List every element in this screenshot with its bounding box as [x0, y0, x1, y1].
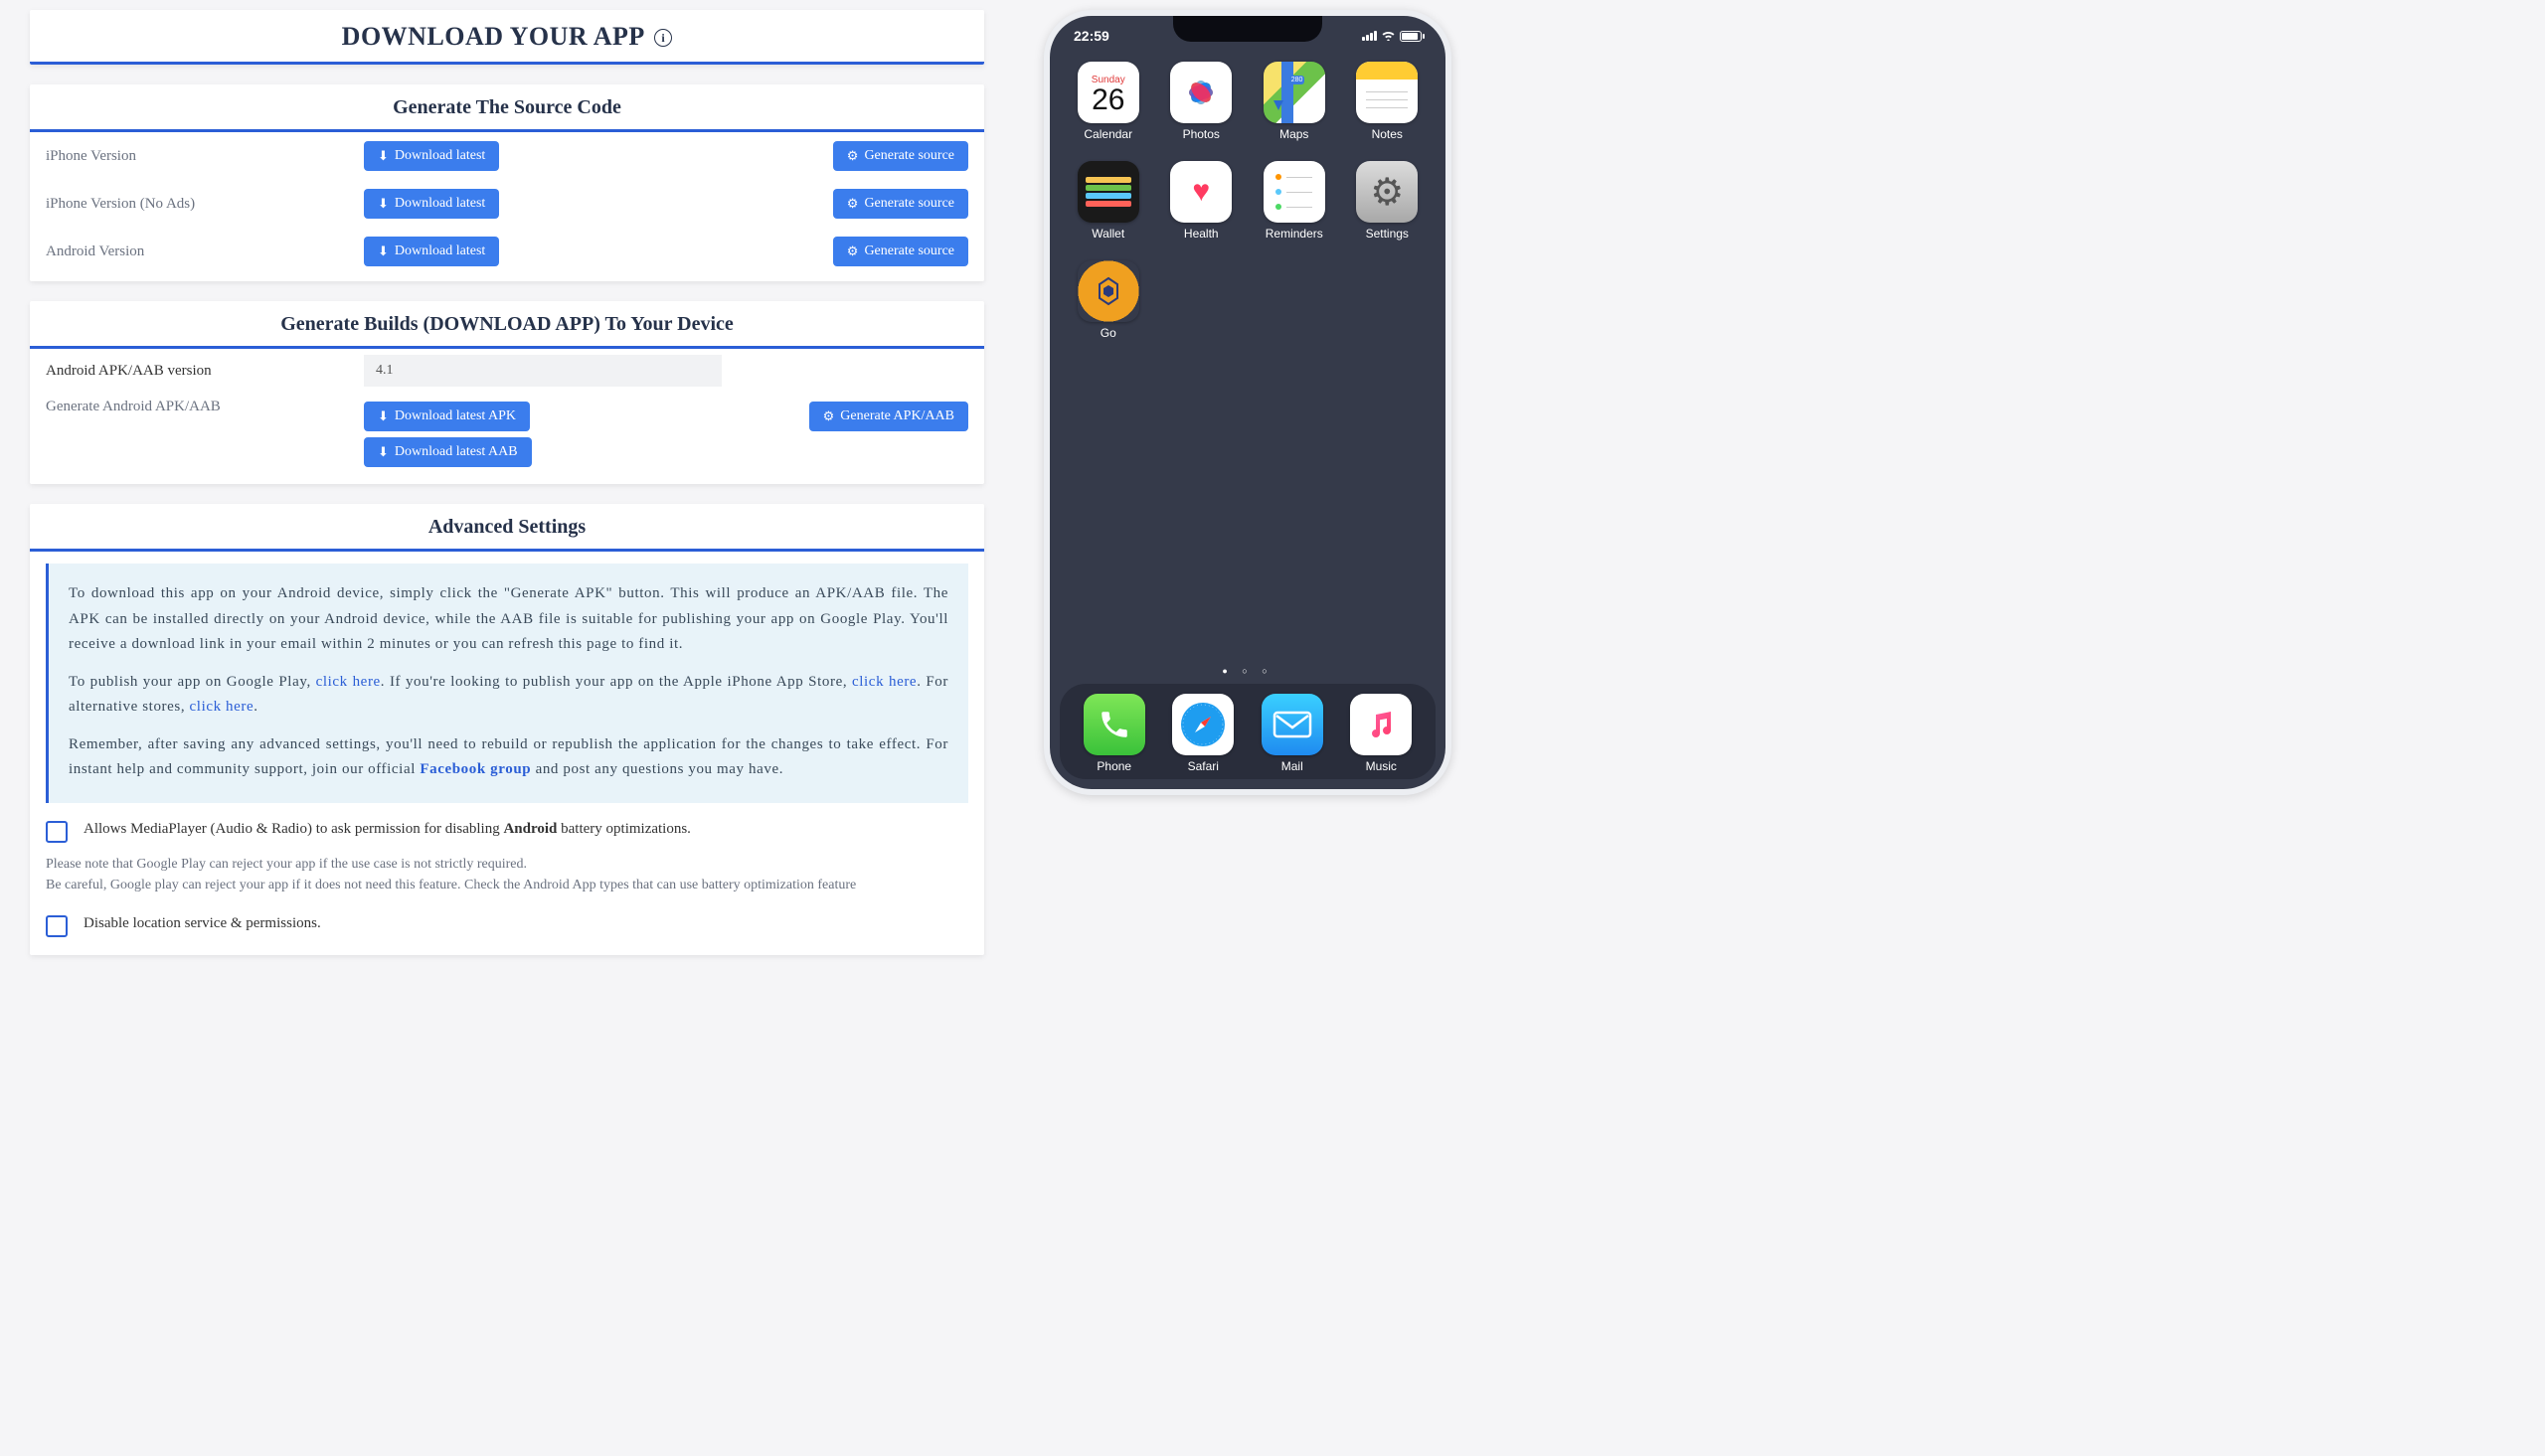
app-go[interactable]: Go: [1064, 260, 1153, 356]
app-label: Phone: [1097, 759, 1131, 773]
generate-apk-aab-button[interactable]: ⚙ Generate APK/AAB: [809, 402, 968, 431]
go-icon: [1078, 260, 1139, 322]
row-label-iphone: iPhone Version: [46, 148, 364, 165]
cogs-icon: ⚙: [823, 408, 835, 424]
dock-mail[interactable]: Mail: [1248, 694, 1337, 773]
download-latest-button[interactable]: ⬇ Download latest: [364, 237, 499, 266]
note-google-play-2: Be careful, Google play can reject your …: [30, 876, 984, 897]
version-input[interactable]: [364, 355, 722, 387]
settings-icon: ⚙: [1356, 161, 1418, 223]
dock-phone[interactable]: Phone: [1070, 694, 1159, 773]
notes-icon: [1356, 62, 1418, 123]
signal-icon: [1362, 31, 1377, 41]
app-photos[interactable]: Photos: [1157, 62, 1247, 157]
app-notes[interactable]: Notes: [1343, 62, 1433, 157]
download-icon: ⬇: [378, 408, 389, 424]
link-google-play[interactable]: click here: [316, 674, 381, 690]
health-icon: ♥: [1170, 161, 1232, 223]
info-p1: To download this app on your Android dev…: [69, 581, 948, 658]
download-latest-button[interactable]: ⬇ Download latest: [364, 141, 499, 171]
app-label: Notes: [1372, 127, 1403, 141]
link-alt-stores[interactable]: click here: [190, 699, 254, 715]
wallet-icon: [1078, 161, 1139, 223]
app-maps[interactable]: 280 Maps: [1250, 62, 1339, 157]
app-label: Settings: [1366, 227, 1409, 241]
info-box: To download this app on your Android dev…: [46, 564, 968, 803]
app-label: Safari: [1188, 759, 1219, 773]
app-health[interactable]: ♥ Health: [1157, 161, 1247, 256]
download-icon: ⬇: [378, 196, 389, 212]
cogs-icon: ⚙: [847, 148, 859, 164]
section-header-advanced: Advanced Settings: [30, 504, 984, 552]
row-label-android: Android Version: [46, 243, 364, 260]
app-label: Health: [1184, 227, 1219, 241]
download-icon: ⬇: [378, 148, 389, 164]
app-label: Photos: [1183, 127, 1220, 141]
download-icon: ⬇: [378, 243, 389, 259]
row-label-iphone-noads: iPhone Version (No Ads): [46, 196, 364, 213]
app-reminders[interactable]: Reminders: [1250, 161, 1339, 256]
download-latest-aab-button[interactable]: ⬇ Download latest AAB: [364, 437, 532, 467]
note-google-play-1: Please note that Google Play can reject …: [30, 847, 984, 877]
download-icon: ⬇: [378, 444, 389, 460]
info-p2: To publish your app on Google Play, clic…: [69, 670, 948, 721]
cogs-icon: ⚙: [847, 243, 859, 259]
link-facebook-group[interactable]: Facebook group: [420, 761, 531, 777]
music-icon: [1350, 694, 1412, 755]
mail-icon: [1262, 694, 1323, 755]
dock-safari[interactable]: Safari: [1159, 694, 1249, 773]
app-label: Go: [1101, 326, 1116, 340]
maps-icon: 280: [1264, 62, 1325, 123]
safari-icon: [1172, 694, 1234, 755]
generate-source-button[interactable]: ⚙ Generate source: [833, 189, 968, 219]
app-label: Reminders: [1266, 227, 1323, 241]
dock-music[interactable]: Music: [1337, 694, 1427, 773]
download-latest-button[interactable]: ⬇ Download latest: [364, 189, 499, 219]
generate-android-label: Generate Android APK/AAB: [46, 399, 364, 415]
app-calendar[interactable]: Sunday26 Calendar: [1064, 62, 1153, 157]
app-label: Mail: [1281, 759, 1303, 773]
info-p3: Remember, after saving any advanced sett…: [69, 732, 948, 783]
phone-preview: 22:59 Sunday26 Calendar: [1044, 10, 1451, 795]
cogs-icon: ⚙: [847, 196, 859, 212]
link-app-store[interactable]: click here: [852, 674, 917, 690]
download-latest-apk-button[interactable]: ⬇ Download latest APK: [364, 402, 530, 431]
page-dots: ● ○ ○: [1050, 658, 1445, 684]
app-wallet[interactable]: Wallet: [1064, 161, 1153, 256]
battery-icon: [1400, 31, 1422, 42]
generate-source-button[interactable]: ⚙ Generate source: [833, 237, 968, 266]
section-header-builds: Generate Builds (DOWNLOAD APP) To Your D…: [30, 301, 984, 349]
app-settings[interactable]: ⚙ Settings: [1343, 161, 1433, 256]
photos-icon: [1170, 62, 1232, 123]
status-time: 22:59: [1074, 28, 1109, 44]
wifi-icon: [1381, 28, 1396, 44]
checkbox-disable-location[interactable]: [46, 915, 68, 937]
section-header-source: Generate The Source Code: [30, 84, 984, 132]
page-title: DOWNLOAD YOUR APP i: [30, 10, 984, 65]
version-label: Android APK/AAB version: [46, 363, 364, 380]
app-label: Maps: [1279, 127, 1308, 141]
info-icon[interactable]: i: [654, 29, 672, 47]
app-label: Wallet: [1092, 227, 1124, 241]
phone-notch: [1173, 16, 1322, 42]
app-label: Calendar: [1084, 127, 1132, 141]
checkbox-label-location: Disable location service & permissions.: [84, 915, 321, 932]
checkbox-label-battery: Allows MediaPlayer (Audio & Radio) to as…: [84, 821, 691, 838]
phone-dock: Phone Safari Mail Music: [1060, 684, 1436, 779]
status-right: [1362, 28, 1422, 44]
reminders-icon: [1264, 161, 1325, 223]
generate-source-button[interactable]: ⚙ Generate source: [833, 141, 968, 171]
phone-icon: [1084, 694, 1145, 755]
checkbox-battery-optimization[interactable]: [46, 821, 68, 843]
app-label: Music: [1366, 759, 1397, 773]
